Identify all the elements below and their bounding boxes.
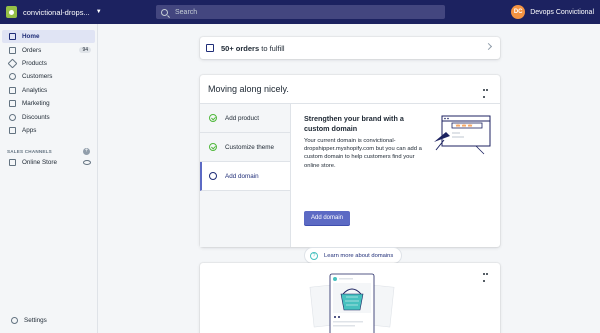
sales-channels-heading: SALES CHANNELS + [0,146,97,156]
sidebar-item-settings[interactable]: Settings [4,314,47,327]
add-domain-button[interactable]: Add domain [304,211,350,225]
store-switcher[interactable]: convictional-drops... ▼ [0,6,150,18]
sidebar-item-label: Orders [22,46,42,54]
shopify-bag-icon [6,6,17,18]
search-input[interactable]: Search [156,5,445,19]
sidebar-item-label: Settings [24,316,47,324]
sidebar: Home Orders 94 Products Customers Analyt… [0,24,98,333]
task-add-product[interactable]: Add product [200,104,290,133]
setup-guide-body: Add product Customize theme Add domain S… [200,103,500,264]
learn-more-domains-link[interactable]: ? Learn more about domains [304,247,403,264]
task-add-domain[interactable]: Add domain [200,162,290,191]
search-icon [161,8,168,16]
sidebar-item-home[interactable]: Home [2,30,95,44]
add-channel-icon[interactable]: + [83,147,90,155]
task-detail: Strengthen your brand with a custom doma… [304,114,424,170]
chevron-right-icon [484,42,493,51]
more-actions-icon[interactable] [483,86,491,98]
globe-icon [209,172,217,180]
section-label: SALES CHANNELS [7,148,52,154]
user-name: Devops Convictional [530,8,594,16]
gear-icon [11,316,18,324]
promo-card [200,263,500,333]
bar-chart-icon [9,86,16,94]
tag-icon [7,58,18,69]
task-label: Customize theme [225,143,274,151]
task-label: Add domain [225,172,259,180]
apps-icon [9,126,16,134]
sidebar-item-label: Products [22,59,47,67]
sidebar-item-discounts[interactable]: Discounts [2,110,95,123]
task-label: Add product [225,114,259,122]
sidebar-item-label: Customers [22,73,53,81]
orders-count: 50+ orders [221,43,260,53]
card-title: Moving along nicely. [208,84,289,94]
avatar: DC [511,5,526,19]
link-label: Learn more about domains [324,252,394,259]
check-circle-icon [209,143,217,151]
sidebar-item-label: Online Store [22,159,58,167]
sidebar-item-apps[interactable]: Apps [2,124,95,137]
domain-illustration [434,115,491,155]
orders-to-fulfill-text: 50+ orders to fulfill [221,44,285,53]
sidebar-item-online-store[interactable]: Online Store [2,156,95,169]
sidebar-item-customers[interactable]: Customers [2,70,95,83]
sidebar-item-label: Discounts [22,113,50,121]
store-icon [9,159,16,167]
social-post-illustration [309,273,395,333]
sidebar-item-products[interactable]: Products [2,57,95,70]
orders-icon [206,44,214,52]
more-actions-icon[interactable] [483,270,491,282]
sidebar-item-label: Apps [22,126,37,134]
person-icon [9,73,16,81]
task-list: Add product Customize theme Add domain [200,104,291,247]
sidebar-item-analytics[interactable]: Analytics [2,84,95,97]
chevron-down-icon: ▼ [95,9,102,15]
search-placeholder: Search [175,8,198,16]
sidebar-item-label: Analytics [22,86,48,94]
check-circle-icon [209,114,217,122]
user-menu[interactable]: DC Devops Convictional [511,5,594,19]
megaphone-icon [9,100,16,108]
sidebar-item-label: Marketing [22,100,50,108]
home-icon [9,33,16,41]
detail-description: Your current domain is convictional-drop… [304,138,422,169]
orders-count-badge: 94 [79,47,91,54]
sidebar-item-label: Home [22,33,40,41]
orders-to-fulfill-card[interactable]: 50+ orders to fulfill [200,37,500,59]
orders-suffix: to fulfill [259,43,285,53]
setup-guide-card: Moving along nicely. Add product Customi… [200,75,500,264]
sidebar-item-marketing[interactable]: Marketing [2,97,95,110]
discount-icon [9,113,16,121]
task-customize-theme[interactable]: Customize theme [200,133,290,162]
orders-icon [9,46,16,54]
eye-icon[interactable] [83,160,91,166]
store-name: convictional-drops... [23,7,90,17]
top-bar: convictional-drops... ▼ Search DC Devops… [0,0,600,24]
sidebar-item-orders[interactable]: Orders 94 [2,43,95,56]
help-circle-icon: ? [310,251,318,260]
detail-title: Strengthen your brand with a custom doma… [304,114,404,133]
